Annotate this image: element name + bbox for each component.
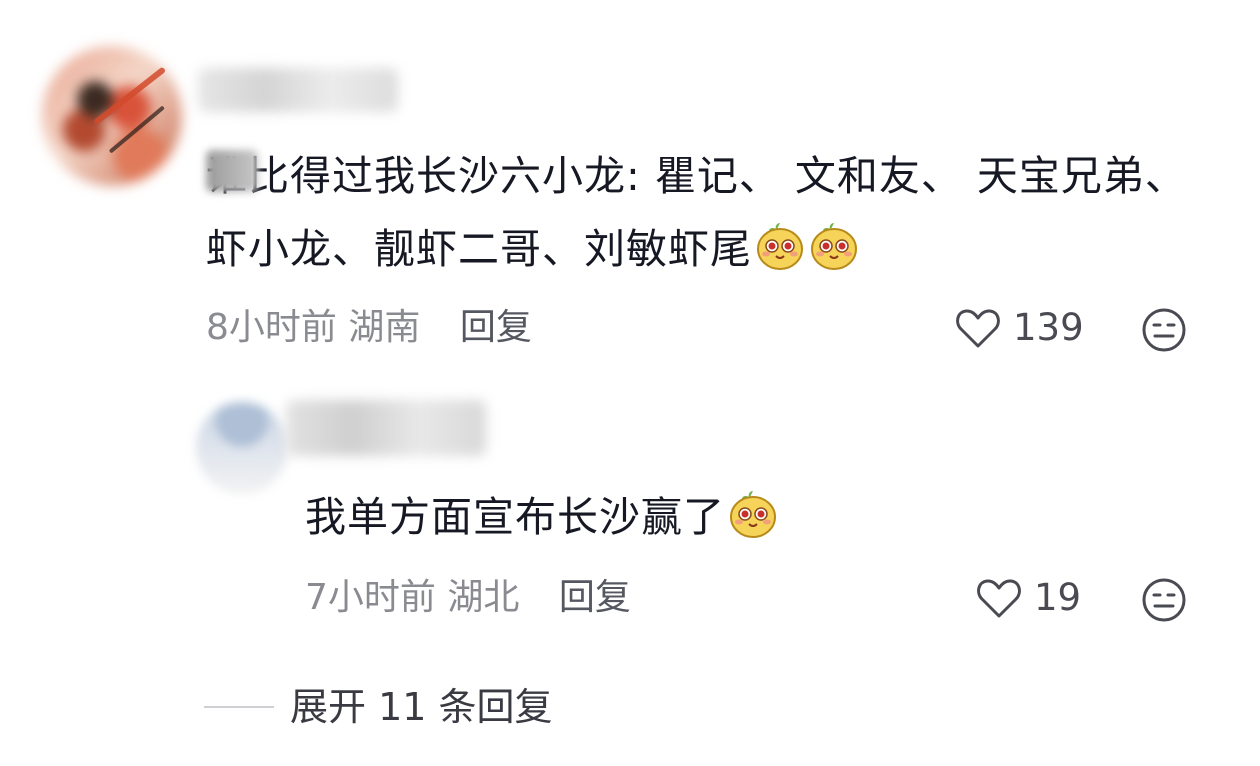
text-redaction [206, 150, 258, 192]
heart-outline-icon [956, 309, 1000, 348]
reply-reply-button[interactable]: 回复 [559, 577, 631, 618]
comment-like-button[interactable]: 139 [955, 306, 1084, 350]
comment-time: 8小时前 [206, 307, 337, 348]
comment-text: 谁比得过我长沙六小龙: 瞿记、 文和友、 天宝兄弟、 虾小龙、靓虾二哥、刘敏虾尾 [206, 152, 1187, 273]
commenter-name-blurred[interactable] [198, 68, 398, 112]
reply-avatar[interactable] [196, 402, 288, 494]
reply-meta: 7小时前 湖北 回复 [305, 576, 631, 620]
smile-face-emoji [730, 491, 776, 538]
heart-outline-icon [977, 579, 1021, 618]
smile-face-emoji [811, 223, 857, 270]
neutral-face-icon[interactable] [1141, 307, 1187, 353]
reply-like-count: 19 [1034, 576, 1082, 619]
reply-text: 我单方面宣布长沙赢了 [305, 482, 779, 552]
reply-like-button[interactable]: 19 [976, 576, 1081, 620]
comment-reply-button[interactable]: 回复 [460, 307, 532, 348]
neutral-face-icon[interactable] [1141, 577, 1187, 623]
comment-location: 湖南 [348, 307, 421, 348]
reply-time: 7小时前 [305, 577, 436, 618]
reply-name-blurred[interactable] [286, 400, 486, 456]
comment-meta: 8小时前 湖南 回复 [206, 306, 532, 350]
comment-like-count: 139 [1013, 306, 1084, 349]
reply-location: 湖北 [447, 577, 520, 618]
expand-replies-button[interactable]: 展开 11 条回复 [290, 684, 553, 730]
smile-face-emoji [757, 223, 803, 270]
expand-divider [204, 706, 274, 708]
